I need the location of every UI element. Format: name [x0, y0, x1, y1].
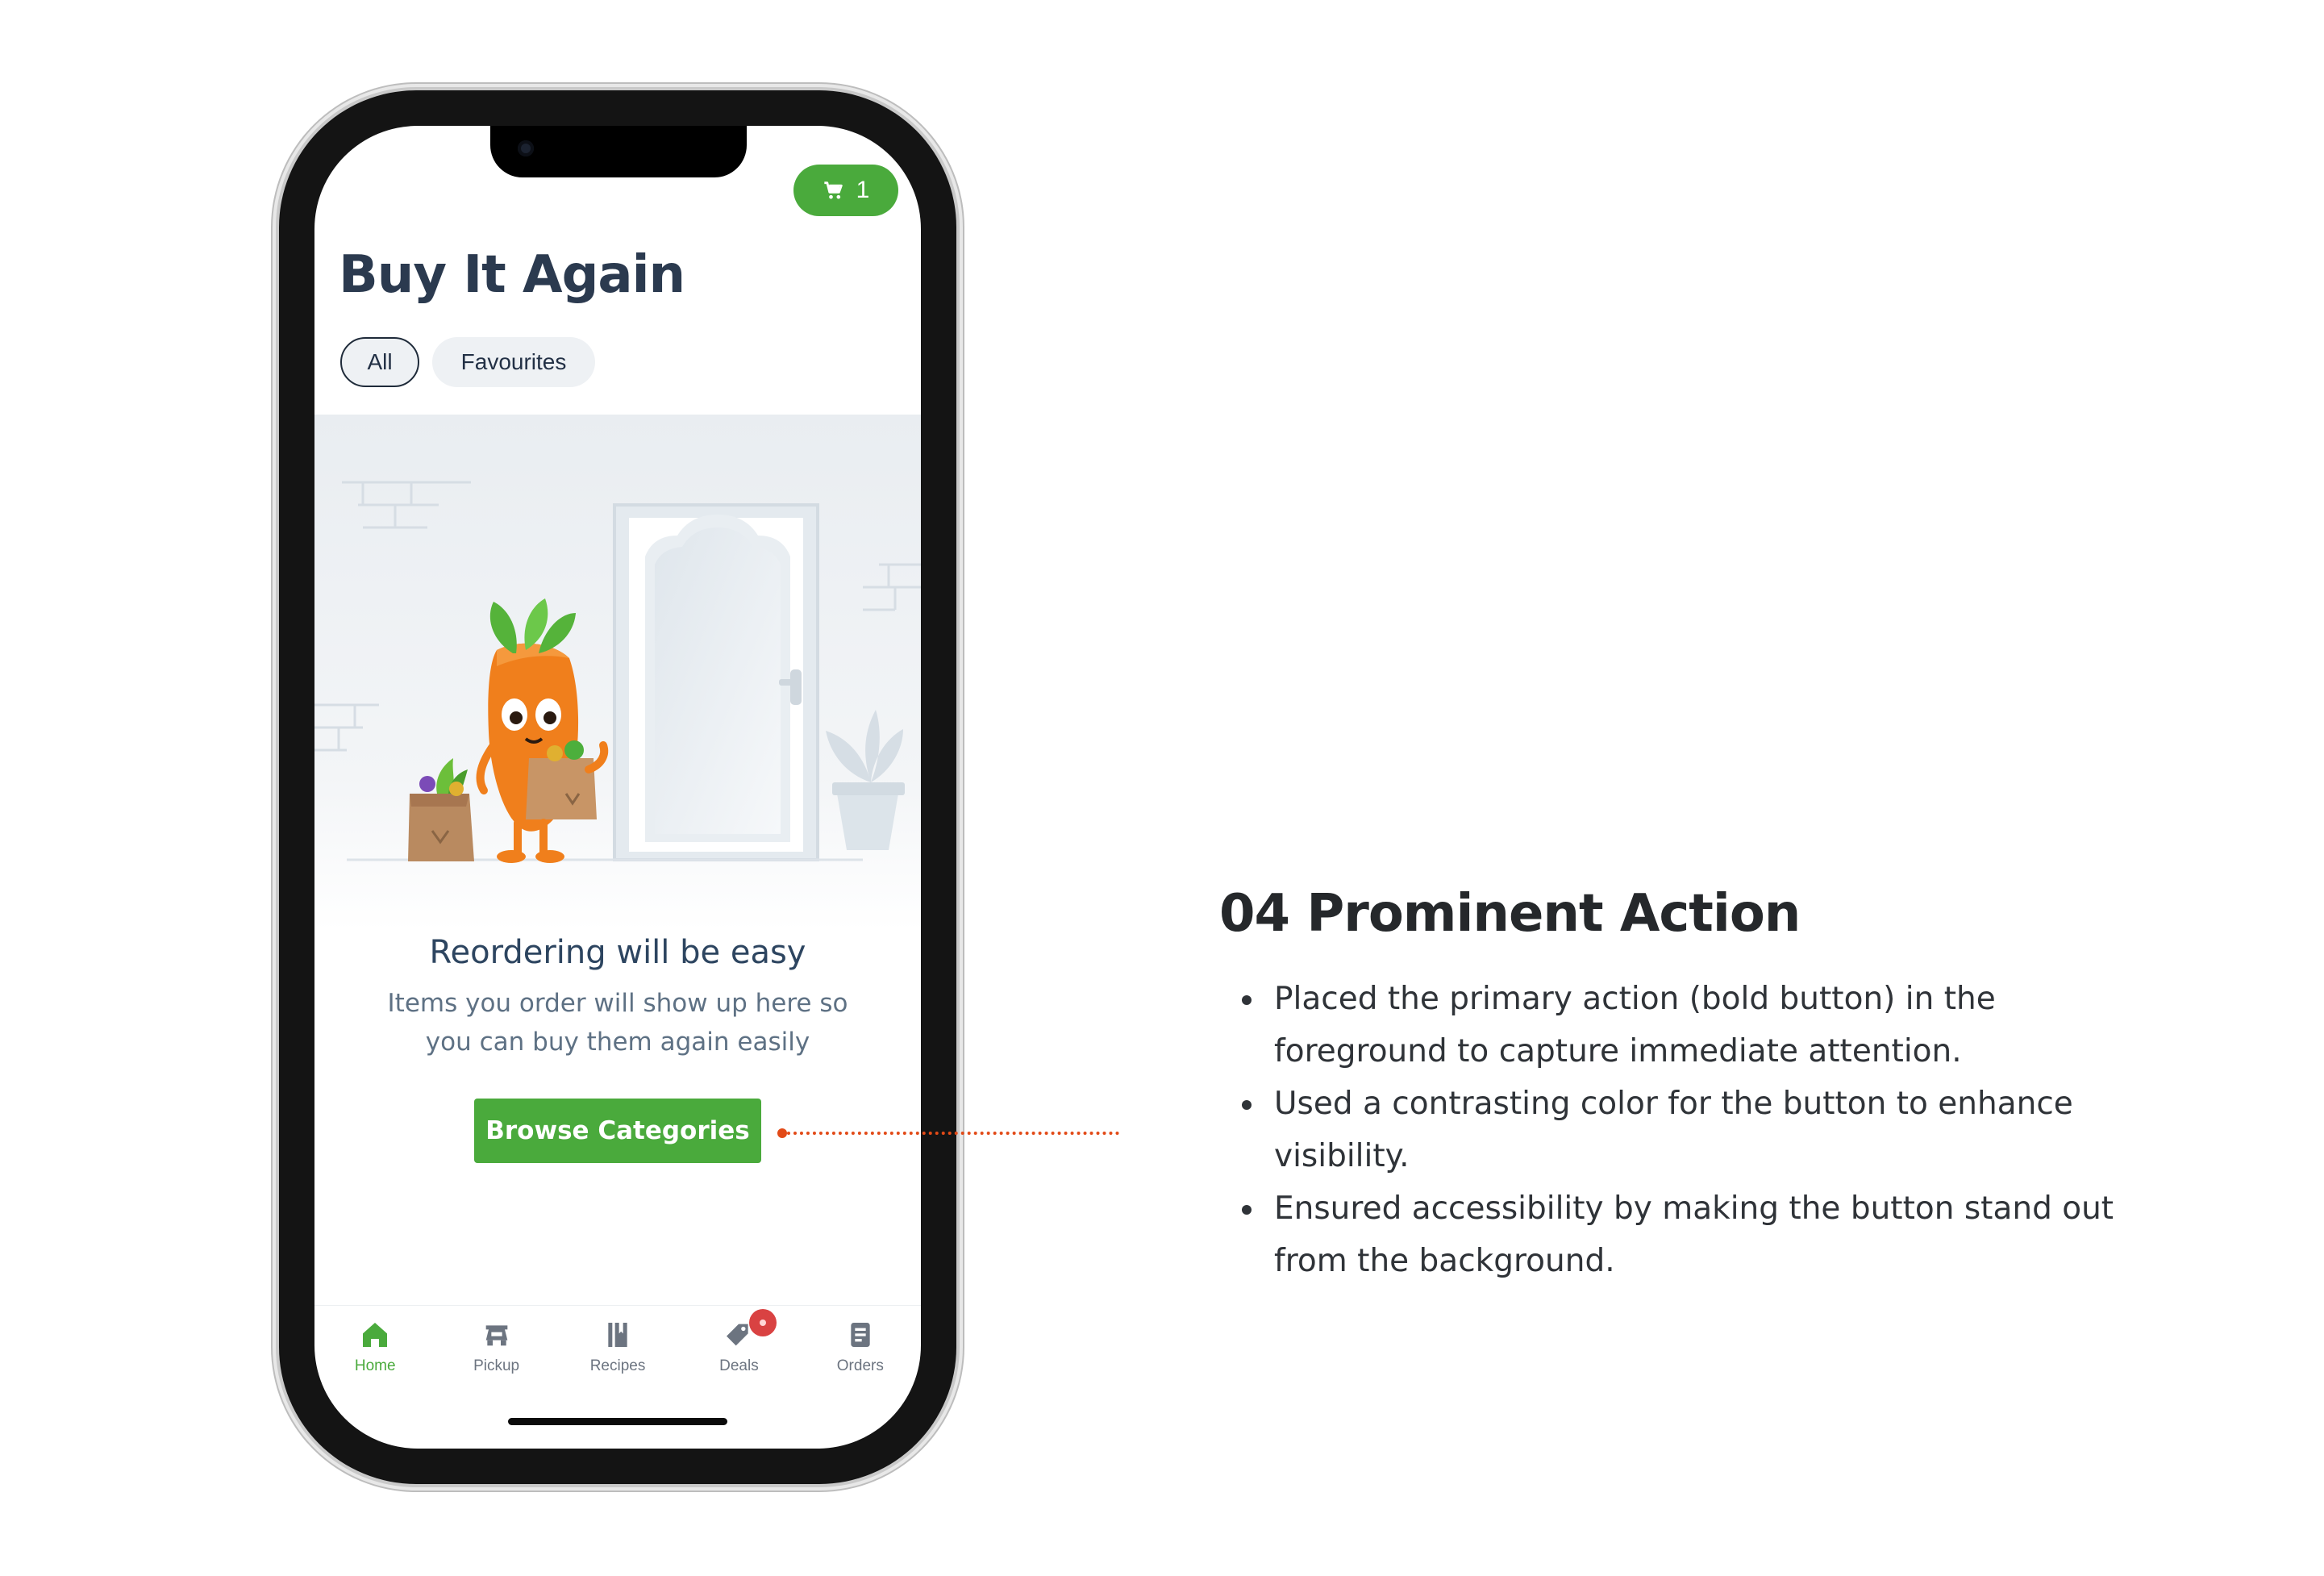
annotation-point: Used a contrasting color for the button …	[1266, 1078, 2121, 1182]
tab-label-recipes: Recipes	[589, 1357, 646, 1374]
phone-screen: 1 Buy It Again All Favourites Reordering…	[314, 126, 921, 1449]
deals-notification-badge	[749, 1309, 777, 1336]
notch	[490, 126, 747, 177]
home-indicator	[508, 1418, 727, 1425]
tab-recipes[interactable]: Recipes	[557, 1306, 678, 1395]
tab-home[interactable]: Home	[314, 1306, 435, 1395]
tab-orders[interactable]: Orders	[800, 1306, 921, 1395]
cart-button[interactable]: 1	[793, 165, 898, 216]
tab-label-home: Home	[354, 1357, 396, 1374]
tab-label-deals: Deals	[719, 1357, 759, 1374]
tab-deals[interactable]: Deals	[678, 1306, 799, 1395]
orders-icon	[851, 1323, 870, 1347]
home-icon	[363, 1323, 388, 1347]
empty-state-body: Items you order will show up here so you…	[387, 989, 848, 1057]
tab-label-pickup: Pickup	[473, 1357, 520, 1374]
annotation-connector-line	[781, 1132, 1119, 1135]
annotation-point: Placed the primary action (bold button) …	[1266, 973, 2121, 1078]
page-title: Buy It Again	[339, 245, 685, 305]
front-camera	[518, 140, 534, 156]
carrier-carrot-illustration	[314, 481, 921, 863]
annotation-point: Ensured accessibility by making the butt…	[1266, 1182, 2121, 1287]
recipes-icon	[608, 1323, 627, 1347]
pickup-icon	[485, 1325, 507, 1346]
tab-label-orders: Orders	[836, 1357, 884, 1374]
filter-chip-favourites[interactable]: Favourites	[432, 337, 595, 387]
annotation-points: Placed the primary action (bold button) …	[1234, 973, 2121, 1287]
bottom-tab-bar: Home Pickup Recipes Deals Orders	[314, 1305, 921, 1395]
browse-categories-button[interactable]: Browse Categories	[474, 1099, 761, 1163]
empty-state-illustration	[314, 415, 921, 931]
cart-icon	[823, 181, 843, 199]
empty-state-title: Reordering will be easy	[429, 934, 806, 971]
filter-chip-all[interactable]: All	[340, 337, 419, 387]
cart-count: 1	[856, 177, 870, 203]
tab-pickup[interactable]: Pickup	[435, 1306, 556, 1395]
power-button	[956, 508, 963, 678]
annotation-title: 04 Prominent Action	[1219, 884, 1801, 944]
